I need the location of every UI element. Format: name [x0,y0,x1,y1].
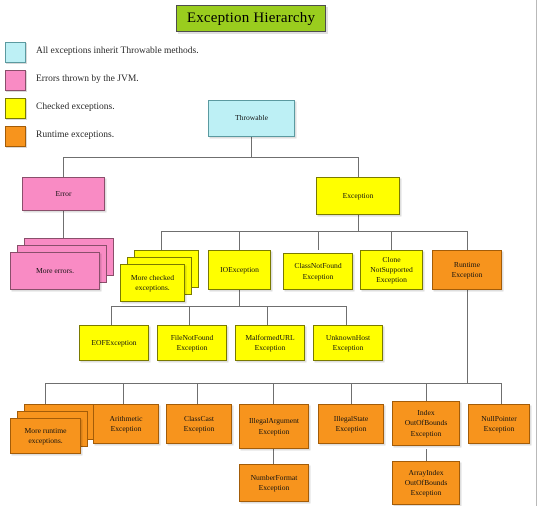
node-arithmetic-exception-label: Arithmetic Exception [109,413,143,433]
legend-label-checked: Checked exceptions. [36,102,115,112]
node-more-errors-stack[interactable]: More errors. [10,238,115,293]
connector-to-illegal-state [351,383,352,404]
node-throwable-label: Throwable [235,113,268,123]
node-unknown-host-exception-label: UnknownHost Exception [325,332,371,352]
connector-ioexception-bus [111,306,346,307]
legend-swatch-runtime-icon [5,126,26,147]
node-more-runtime-label: More runtime exceptions. [24,425,67,445]
node-runtime-exception-label: Runtime Exception [451,259,483,279]
node-more-runtime-stack[interactable]: More runtime exceptions. [10,404,100,459]
node-more-checked[interactable]: More checked exceptions. [120,264,185,302]
connector-to-malformed-url [267,306,268,325]
node-illegal-argument-exception-label: IllegalArgument Exception [248,416,300,436]
node-null-pointer-exception-label: NullPointer Exception [481,413,517,433]
node-illegal-state-exception-label: IllegalState Exception [333,413,369,433]
connector-to-class-not-found [318,231,319,250]
connector-to-exception [358,157,359,178]
node-runtime-exception[interactable]: Runtime Exception [432,250,502,290]
node-unknown-host-exception[interactable]: UnknownHost Exception [313,325,383,361]
node-more-checked-label: More checked exceptions. [130,272,175,292]
node-more-checked-stack[interactable]: More checked exceptions. [120,250,205,305]
connector-to-more-runtime [45,383,46,404]
connector-error-to-more-errors [63,210,64,238]
connector-to-illegal-argument [273,383,274,404]
node-illegal-argument-exception[interactable]: IllegalArgument Exception [239,404,309,449]
node-ioexception-label: IOException [220,264,259,274]
connector-to-more-checked [161,231,162,250]
legend-label-error: Errors thrown by the JVM. [36,74,139,84]
node-ioexception[interactable]: IOException [208,250,271,290]
node-exception[interactable]: Exception [316,177,400,215]
connector-throwable-stem [251,137,252,157]
connector-to-runtime-exception [467,231,468,250]
node-error[interactable]: Error [22,177,105,211]
legend-label-throwable: All exceptions inherit Throwable methods… [36,46,199,56]
node-throwable[interactable]: Throwable [208,100,295,137]
node-class-cast-exception[interactable]: ClassCast Exception [166,404,232,444]
connector-to-class-cast [197,383,198,404]
legend-swatch-checked-icon [5,98,26,119]
node-index-out-of-bounds-exception-label: Index OutOfBounds Exception [404,408,448,438]
legend-swatch-error-icon [5,70,26,91]
node-eof-exception[interactable]: EOFException [79,325,149,361]
node-arithmetic-exception[interactable]: Arithmetic Exception [93,404,159,444]
node-malformed-url-exception-label: MalformedURL Exception [245,332,295,352]
node-more-errors-label: More errors. [36,265,74,275]
node-eof-exception-label: EOFException [91,337,137,347]
node-illegal-state-exception[interactable]: IllegalState Exception [318,404,384,444]
connector-to-eof-exception [111,306,112,325]
node-file-not-found-exception-label: FileNotFound Exception [170,332,214,352]
node-class-not-found-exception[interactable]: ClassNotFound Exception [283,253,353,290]
node-array-index-out-of-bounds-exception-label: ArrayIndex OutOfBounds Exception [404,467,448,498]
node-error-label: Error [55,188,72,198]
connector-throwable-bus [63,157,359,158]
connector-to-arithmetic [123,383,124,404]
legend-label-runtime: Runtime exceptions. [36,130,115,140]
node-malformed-url-exception[interactable]: MalformedURL Exception [235,325,305,361]
node-class-cast-exception-label: ClassCast Exception [183,413,215,433]
connector-runtime-stem [467,290,468,383]
node-clone-not-supported-exception[interactable]: Clone NotSupported Exception [360,250,423,290]
connector-to-ioexception [239,231,240,250]
node-class-not-found-exception-label: ClassNotFound Exception [294,261,342,281]
node-more-runtime[interactable]: More runtime exceptions. [10,418,81,454]
node-number-format-exception-label: NumberFormat Exception [250,472,298,492]
node-clone-not-supported-exception-label: Clone NotSupported Exception [370,254,413,285]
page-title: Exception Hierarchy [176,5,326,32]
connector-ioexception-stem [239,290,240,306]
connector-to-unknown-host [346,306,347,325]
node-null-pointer-exception[interactable]: NullPointer Exception [468,404,530,444]
connector-to-null-pointer [501,383,502,404]
node-array-index-out-of-bounds-exception[interactable]: ArrayIndex OutOfBounds Exception [392,461,460,505]
connector-to-error [63,157,64,178]
connector-to-file-not-found [189,306,190,325]
legend-swatch-throwable-icon [5,42,26,63]
connector-exception-bus [161,231,468,232]
exception-hierarchy-diagram: Exception Hierarchy All exceptions inher… [0,0,537,506]
node-index-out-of-bounds-exception[interactable]: Index OutOfBounds Exception [392,401,460,446]
connector-to-clone-not-supported [391,231,392,250]
node-file-not-found-exception[interactable]: FileNotFound Exception [157,325,227,361]
node-exception-label: Exception [342,190,374,200]
connector-exception-stem [358,215,359,231]
connector-to-number-format [273,449,274,464]
node-more-errors[interactable]: More errors. [10,252,100,290]
node-number-format-exception[interactable]: NumberFormat Exception [239,464,309,502]
